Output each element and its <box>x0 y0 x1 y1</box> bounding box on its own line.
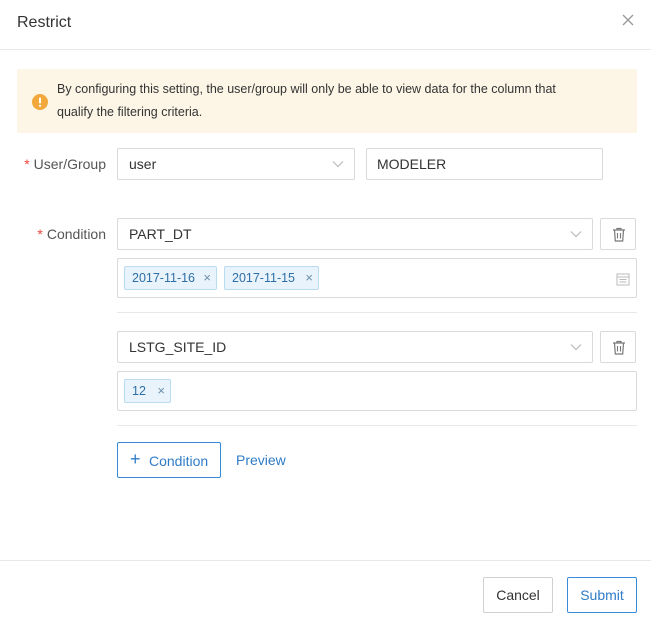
condition-label-text: Condition <box>46 226 106 242</box>
condition-divider <box>117 425 637 426</box>
condition-values-input[interactable]: 12 × <box>117 371 637 411</box>
required-mark: * <box>24 156 30 172</box>
alert-line-2: qualify the filtering criteria. <box>57 105 203 119</box>
value-tag-label: 12 <box>132 384 146 398</box>
remove-tag-icon[interactable]: × <box>203 267 211 289</box>
calendar-icon[interactable] <box>616 272 630 286</box>
value-tag: 2017-11-16 × <box>124 266 217 290</box>
value-tag-label: 2017-11-16 <box>132 271 196 285</box>
trash-icon <box>613 227 625 242</box>
plus-icon: + <box>130 449 141 469</box>
user-group-label-text: User/Group <box>33 156 106 172</box>
condition-column-value: PART_DT <box>129 226 192 242</box>
condition-column-select[interactable]: PART_DT <box>117 218 593 250</box>
submit-button[interactable]: Submit <box>567 577 637 613</box>
chevron-down-icon <box>332 161 344 168</box>
close-icon[interactable] <box>620 12 636 28</box>
alert-message: By configuring this setting, the user/gr… <box>57 78 627 124</box>
user-type-value: user <box>129 156 157 172</box>
chevron-down-icon <box>570 231 582 238</box>
dialog-title: Restrict <box>17 14 72 31</box>
value-tag: 12 × <box>124 379 171 403</box>
required-mark: * <box>37 226 43 242</box>
cancel-button[interactable]: Cancel <box>483 577 553 613</box>
remove-tag-icon[interactable]: × <box>305 267 313 289</box>
delete-condition-button[interactable] <box>600 218 636 250</box>
alert-line-1: By configuring this setting, the user/gr… <box>57 82 556 96</box>
warning-icon <box>32 94 48 110</box>
condition-column-value: LSTG_SITE_ID <box>129 339 227 355</box>
user-name-value: MODELER <box>377 156 447 172</box>
user-type-select[interactable]: user <box>117 148 355 180</box>
value-tag: 2017-11-15 × <box>224 266 319 290</box>
condition-values-input[interactable]: 2017-11-16 × 2017-11-15 × <box>117 258 637 298</box>
add-condition-label: Condition <box>149 453 209 469</box>
delete-condition-button[interactable] <box>600 331 636 363</box>
condition-column-select[interactable]: LSTG_SITE_ID <box>117 331 593 363</box>
condition-divider <box>117 312 637 313</box>
user-name-input[interactable]: MODELER <box>366 148 603 180</box>
info-alert: By configuring this setting, the user/gr… <box>17 69 637 133</box>
chevron-down-icon <box>570 344 582 351</box>
trash-icon <box>613 340 625 355</box>
condition-label: * Condition <box>30 226 106 242</box>
remove-tag-icon[interactable]: × <box>157 380 165 402</box>
dialog-header: Restrict <box>0 0 651 50</box>
value-tag-label: 2017-11-15 <box>232 271 296 285</box>
footer-divider <box>0 560 651 561</box>
user-group-label: * User/Group <box>22 156 106 172</box>
add-condition-button[interactable]: + Condition <box>117 442 221 478</box>
preview-link[interactable]: Preview <box>236 452 286 468</box>
